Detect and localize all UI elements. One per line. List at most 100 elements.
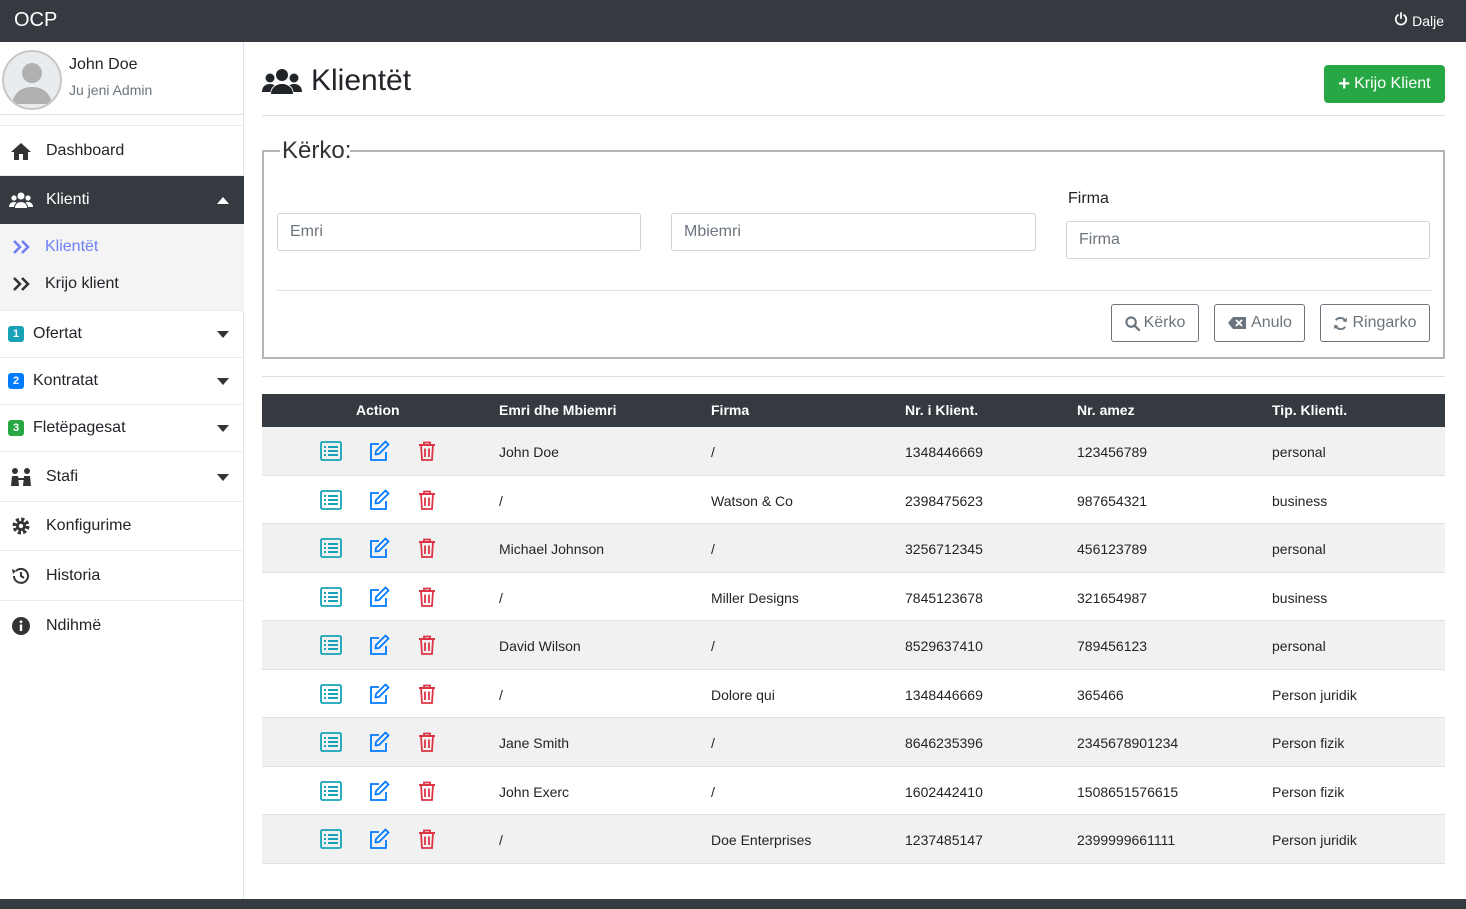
edit-icon[interactable] [367, 827, 391, 851]
view-details-icon[interactable] [319, 585, 343, 609]
table-row: Jane Smith / 8646235396 2345678901234 Person… [262, 718, 1445, 767]
logout-button[interactable]: Dalje [1394, 12, 1444, 29]
emri-input[interactable]: Emri [277, 213, 641, 251]
top-navbar: OCP Dalje [0, 0, 1466, 42]
search-icon [1124, 315, 1140, 331]
search-legend: Kërko: [282, 137, 352, 164]
cancel-button-label: Anulo [1251, 314, 1292, 331]
edit-icon[interactable] [367, 488, 391, 512]
view-details-icon[interactable] [319, 633, 343, 657]
klienti-submenu: Klientët Krijo klient [0, 224, 244, 310]
view-details-icon[interactable] [319, 439, 343, 463]
footer [0, 899, 1466, 909]
edit-icon[interactable] [367, 779, 391, 803]
delete-icon[interactable] [415, 488, 439, 512]
delete-icon[interactable] [415, 439, 439, 463]
table-row: / Watson & Co 2398475623 987654321 business [262, 476, 1445, 524]
cell-client-type: business [1272, 589, 1328, 606]
cell-name: / [499, 589, 503, 606]
cell-amez: 123456789 [1077, 444, 1148, 460]
sidebar-subitem-label: Krijo klient [45, 275, 119, 292]
sidebar-item-label: Ofertat [33, 325, 82, 342]
view-details-icon[interactable] [319, 827, 343, 851]
edit-icon[interactable] [367, 585, 391, 609]
sidebar-subitem-krijo-klient[interactable]: Krijo klient [0, 273, 244, 295]
cell-firma: Dolore qui [711, 686, 775, 703]
brand-logo[interactable]: OCP [14, 9, 57, 32]
sidebar-item-ofertat[interactable]: 1 Ofertat [0, 310, 244, 357]
cell-name: Michael Johnson [499, 541, 605, 557]
view-details-icon[interactable] [319, 488, 343, 512]
cell-firma: / [711, 638, 715, 654]
edit-icon[interactable] [367, 633, 391, 657]
search-button[interactable]: Kërko [1111, 304, 1199, 342]
view-details-icon[interactable] [319, 536, 343, 560]
sidebar-item-dashboard[interactable]: Dashboard [0, 125, 244, 175]
cell-firma: Doe Enterprises [711, 832, 812, 848]
delete-icon[interactable] [415, 682, 439, 706]
sidebar-item-historia[interactable]: Historia [0, 550, 244, 600]
delete-icon[interactable] [415, 585, 439, 609]
edit-icon[interactable] [367, 682, 391, 706]
search-fieldset: Kërko: Emri Mbiemri Firma Firma Kërko An… [262, 137, 1445, 359]
cell-name: John Doe [499, 444, 559, 460]
cell-name: / [499, 686, 503, 703]
caret-down-icon [217, 331, 229, 338]
cell-amez: 365466 [1077, 686, 1124, 703]
divider [277, 290, 1432, 291]
cell-amez: 456123789 [1077, 541, 1148, 557]
sidebar-item-label: Kontratat [33, 372, 98, 389]
cell-client-number: 2398475623 [905, 492, 983, 509]
sidebar-subitem-klientet[interactable]: Klientët [0, 236, 244, 258]
sidebar-item-kontratat[interactable]: 2 Kontratat [0, 357, 244, 404]
sidebar-item-label: Ndihmë [46, 616, 102, 634]
create-client-button[interactable]: + Krijo Klient [1324, 65, 1445, 103]
view-details-icon[interactable] [319, 730, 343, 754]
double-chevron-right-icon [13, 240, 30, 254]
sidebar-item-ndihme[interactable]: Ndihmë [0, 600, 244, 650]
double-chevron-right-icon [13, 277, 30, 291]
firma-input[interactable]: Firma [1066, 221, 1430, 259]
table-row: John Doe / 1348446669 123456789 personal [262, 427, 1445, 476]
home-icon [9, 141, 33, 161]
staff-icon [9, 467, 33, 487]
plus-icon: + [1338, 73, 1351, 95]
header-amez: Nr. amez [1077, 402, 1135, 418]
user-name: John Doe [69, 56, 138, 73]
sidebar-item-stafi[interactable]: Stafi [0, 451, 244, 501]
cell-firma: Miller Designs [711, 589, 799, 606]
delete-icon[interactable] [415, 536, 439, 560]
edit-icon[interactable] [367, 730, 391, 754]
delete-icon[interactable] [415, 633, 439, 657]
cell-client-type: Person juridik [1272, 832, 1357, 848]
cell-client-number: 7845123678 [905, 589, 983, 606]
users-icon [262, 69, 302, 94]
cancel-button[interactable]: Anulo [1214, 304, 1305, 342]
cell-client-type: personal [1272, 444, 1326, 460]
cell-client-number: 1237485147 [905, 832, 983, 848]
delete-icon[interactable] [415, 779, 439, 803]
reload-button[interactable]: Ringarko [1320, 304, 1430, 342]
search-button-label: Kërko [1143, 314, 1186, 331]
view-details-icon[interactable] [319, 682, 343, 706]
cell-firma: Watson & Co [711, 492, 793, 509]
cell-name: Jane Smith [499, 735, 570, 751]
mbiemri-input[interactable]: Mbiemri [671, 213, 1036, 251]
gear-icon [9, 516, 33, 536]
edit-icon[interactable] [367, 536, 391, 560]
view-details-icon[interactable] [319, 779, 343, 803]
sidebar-item-konfigurime[interactable]: Konfigurime [0, 501, 244, 550]
divider [262, 376, 1445, 377]
page-title-text: Klientët [311, 64, 412, 97]
cell-amez: 789456123 [1077, 638, 1148, 654]
cell-client-number: 1602442410 [905, 783, 983, 800]
delete-icon[interactable] [415, 827, 439, 851]
sidebar-item-klienti[interactable]: Klienti [0, 175, 244, 224]
cell-firma: / [711, 541, 715, 557]
user-role: Ju jeni Admin [69, 82, 153, 98]
delete-icon[interactable] [415, 730, 439, 754]
edit-icon[interactable] [367, 439, 391, 463]
header-action: Action [356, 402, 400, 418]
avatar [2, 50, 62, 110]
sidebar-item-fletepagesat[interactable]: 3 Fletëpagesat [0, 404, 244, 451]
